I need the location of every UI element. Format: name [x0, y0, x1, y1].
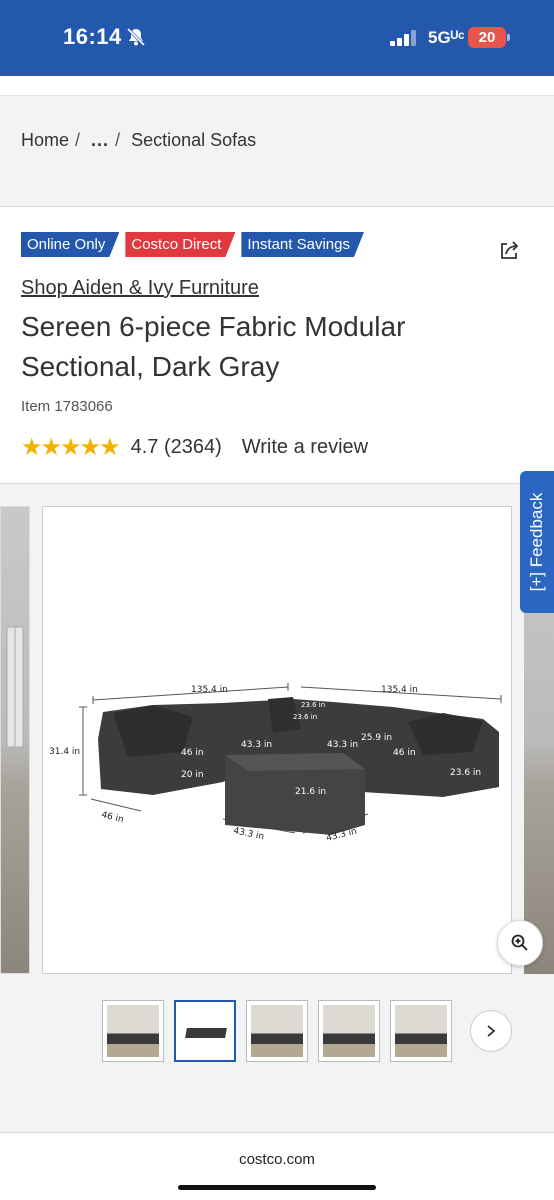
main-product-image[interactable]: 135.4 in 135.4 in 31.4 in 46 in 46 in 46…: [42, 506, 512, 974]
dim-corner: 25.9 in: [361, 733, 392, 743]
star-rating-icon[interactable]: ★★★★★: [21, 433, 121, 462]
home-indicator[interactable]: [178, 1185, 376, 1190]
dim-width-left: 135.4 in: [191, 685, 228, 695]
status-bar: 16:14 5Gᵁᶜ 20: [0, 0, 554, 76]
breadcrumb-ellipsis[interactable]: ...: [91, 130, 109, 150]
network-label: 5Gᵁᶜ: [428, 28, 465, 47]
breadcrumb: Home / ... / Sectional Sofas: [21, 130, 260, 151]
badge-row: Online Only Costco Direct Instant Saving…: [21, 232, 364, 257]
badge-online-only: Online Only: [21, 232, 119, 257]
zoom-button[interactable]: [497, 920, 543, 966]
breadcrumb-current[interactable]: Sectional Sofas: [131, 130, 256, 150]
product-title: Sereen 6-piece Fabric Modular Sectional,…: [21, 311, 406, 382]
previous-image-peek[interactable]: [0, 506, 30, 974]
image-gallery: 135.4 in 135.4 in 31.4 in 46 in 46 in 46…: [0, 484, 554, 1109]
battery-icon: 20: [468, 27, 506, 48]
zoom-in-icon: [511, 934, 528, 951]
dim-ottoman-height: 21.6 in: [295, 787, 326, 797]
share-icon[interactable]: [498, 240, 520, 267]
dim-seat-depth-right: 46 in: [393, 748, 416, 758]
feedback-label: [+] Feedback: [527, 492, 546, 592]
thumbnail-1[interactable]: [102, 1000, 164, 1062]
product-header-card: Online Only Costco Direct Instant Saving…: [0, 206, 554, 484]
dim-arm-height: 20 in: [181, 770, 204, 780]
breadcrumb-home[interactable]: Home: [21, 130, 69, 150]
write-review-link[interactable]: Write a review: [242, 436, 368, 459]
dim-back-2: 23.6 in: [293, 713, 317, 721]
breadcrumb-separator: /: [75, 130, 81, 150]
dim-depth: 46 in: [100, 810, 124, 825]
dim-width-right: 135.4 in: [381, 685, 418, 695]
browser-bottom-bar: costco.com: [0, 1132, 554, 1200]
signal-icon: [390, 30, 418, 51]
dim-seat-right: 43.3 in: [327, 740, 358, 750]
thumbnail-strip: [102, 1000, 452, 1062]
chevron-right-icon: [487, 1025, 496, 1037]
thumbnail-4[interactable]: [318, 1000, 380, 1062]
item-number: Item 1783066: [21, 398, 113, 415]
dim-side-height: 23.6 in: [450, 768, 481, 778]
thumbnail-2-selected[interactable]: [174, 1000, 236, 1062]
dim-seat-depth-left: 46 in: [181, 748, 204, 758]
dim-ottoman-width: 43.3 in: [232, 826, 265, 842]
bell-muted-icon: [126, 27, 146, 52]
rating-value[interactable]: 4.7 (2364): [131, 436, 222, 459]
feedback-tab[interactable]: [+] Feedback: [520, 471, 554, 613]
url-label[interactable]: costco.com: [0, 1151, 554, 1168]
breadcrumb-separator: /: [115, 130, 121, 150]
dim-back-1: 23.6 in: [301, 701, 325, 709]
badge-costco-direct: Costco Direct: [125, 232, 235, 257]
next-thumbnails-button[interactable]: [470, 1010, 512, 1052]
dim-height: 31.4 in: [49, 747, 80, 757]
badge-instant-savings: Instant Savings: [241, 232, 364, 257]
brand-link[interactable]: Shop Aiden & Ivy Furniture: [21, 277, 259, 300]
header-strip: [0, 76, 554, 96]
dim-seat-left: 43.3 in: [241, 740, 272, 750]
thumbnail-3[interactable]: [246, 1000, 308, 1062]
battery-tip: [507, 34, 510, 41]
status-time: 16:14: [63, 24, 122, 49]
rating-row: ★★★★★ 4.7 (2364) Write a review: [21, 433, 368, 462]
thumbnail-5[interactable]: [390, 1000, 452, 1062]
sectional-dimension-diagram: 135.4 in 135.4 in 31.4 in 46 in 46 in 46…: [49, 683, 502, 844]
